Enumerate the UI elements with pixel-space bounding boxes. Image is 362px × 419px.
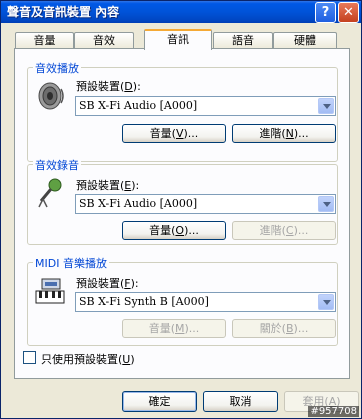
chevron-down-icon[interactable] [318,98,334,114]
recording-device-value: SB X-Fi Audio [A000] [79,197,198,210]
ok-button[interactable]: 確定 [122,391,197,412]
tab-voice[interactable]: 語音 [213,32,273,49]
playback-device-select[interactable]: SB X-Fi Audio [A000] [75,96,336,116]
microphone-icon [34,177,66,209]
tab-sounds[interactable]: 音效 [74,32,134,49]
midi-keyboard-icon [34,275,66,307]
playback-advanced-button[interactable]: 進階(N)... [232,124,336,143]
tab-volume[interactable]: 音量 [15,32,74,49]
playback-device-value: SB X-Fi Audio [A000] [79,99,198,112]
midi-device-value: SB X-Fi Synth B [A000] [79,295,209,308]
close-button[interactable]: ✕ [338,2,359,23]
help-button[interactable]: ? [315,2,336,23]
tab-audio[interactable]: 音訊 [144,29,212,50]
title-bar[interactable]: 聲音及音訊裝置 內容 ? ✕ [1,1,361,23]
chevron-down-icon[interactable] [318,294,334,310]
playback-group-title: 音效播放 [33,60,81,76]
midi-device-label: 預設裝置(F): [76,277,139,290]
playback-group: 音效播放 預設裝置(D): SB X-Fi Audio [A000] 音量(V)… [27,60,338,162]
recording-device-label: 預設裝置(E): [76,179,140,192]
dialog-window: 聲音及音訊裝置 內容 ? ✕ 音量 音效 音訊 語音 硬體 音效播放 預設裝置(… [0,0,362,419]
watermark: #957708 [308,406,359,417]
speaker-icon [34,80,66,112]
window-title: 聲音及音訊裝置 內容 [7,5,120,19]
tab-hardware[interactable]: 硬體 [273,32,337,49]
recording-volume-button[interactable]: 音量(O)... [122,221,226,240]
recording-device-select[interactable]: SB X-Fi Audio [A000] [75,194,336,214]
midi-device-select[interactable]: SB X-Fi Synth B [A000] [75,292,336,312]
midi-volume-button[interactable]: 音量(M)... [122,319,226,338]
default-devices-only-checkbox[interactable] [23,351,36,364]
audio-tab-panel: 音效播放 預設裝置(D): SB X-Fi Audio [A000] 音量(V)… [14,48,350,379]
cancel-button[interactable]: 取消 [203,391,278,412]
midi-group: MIDI 音樂播放 預設裝置(F): SB X-Fi Synth B [A000… [27,255,338,346]
recording-advanced-button[interactable]: 進階(C)... [232,221,336,240]
playback-device-label: 預設裝置(D): [76,80,141,93]
recording-group: 音效錄音 預設裝置(E): SB X-Fi Audio [A000] 音量(O)… [27,157,338,245]
default-devices-only-label[interactable]: 只使用預設裝置(U) [41,351,135,367]
midi-group-title: MIDI 音樂播放 [33,255,109,271]
recording-group-title: 音效錄音 [33,157,81,173]
midi-about-button[interactable]: 關於(B)... [232,319,336,338]
playback-volume-button[interactable]: 音量(V)... [122,124,226,143]
chevron-down-icon[interactable] [318,196,334,212]
